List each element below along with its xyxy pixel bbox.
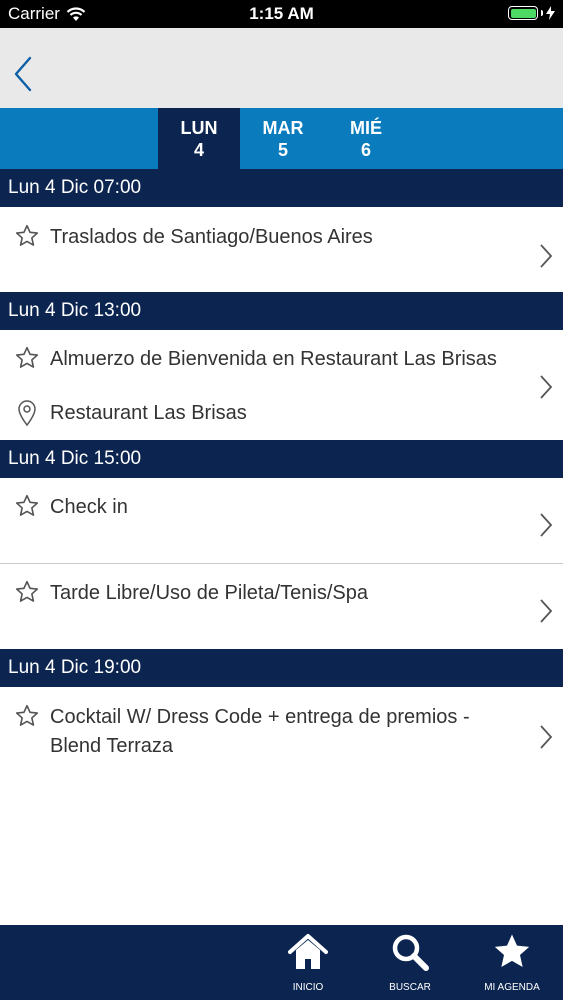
day-tab-mar[interactable]: MAR 5 xyxy=(242,108,324,169)
section-header: Lun 4 Dic 07:00 xyxy=(0,169,563,207)
event-title-continued: Blend Terraza xyxy=(50,735,174,757)
chevron-right-icon xyxy=(540,513,553,537)
star-outline-icon[interactable] xyxy=(14,579,40,605)
status-bar: Carrier 1:15 AM xyxy=(0,0,563,28)
day-tab-date: 5 xyxy=(277,140,288,160)
event-title: Almuerzo de Bienvenida en Restaurant Las… xyxy=(50,348,497,370)
chevron-right-icon xyxy=(540,725,553,749)
chevron-right-icon xyxy=(540,244,553,268)
tab-label: INICIO xyxy=(292,982,324,993)
event-location: Restaurant Las Brisas xyxy=(50,402,247,424)
navigation-bar xyxy=(0,28,563,108)
star-outline-icon[interactable] xyxy=(14,493,40,519)
star-outline-icon[interactable] xyxy=(14,223,40,249)
tab-buscar[interactable]: BUSCAR xyxy=(370,925,450,1000)
event-title: Traslados de Santiago/Buenos Aires xyxy=(50,226,373,248)
day-tabs: LUN 4 MAR 5 MIÉ 6 xyxy=(0,108,563,169)
event-row[interactable]: Cocktail W/ Dress Code + entrega de prem… xyxy=(0,687,563,787)
tab-mi-agenda[interactable]: MI AGENDA xyxy=(472,925,552,1000)
star-outline-icon[interactable] xyxy=(14,345,40,371)
day-tab-name: LUN xyxy=(180,118,218,138)
event-row[interactable]: Check in xyxy=(0,478,563,564)
tab-inicio[interactable]: INICIO xyxy=(268,925,348,1000)
day-tab-name: MAR xyxy=(262,118,304,138)
day-tab-name: MIÉ xyxy=(349,118,382,138)
section-header: Lun 4 Dic 19:00 xyxy=(0,649,563,687)
day-tab-date: 4 xyxy=(193,140,204,160)
star-icon xyxy=(494,934,530,967)
section-header: Lun 4 Dic 15:00 xyxy=(0,440,563,478)
chevron-right-icon xyxy=(540,375,553,399)
chevron-right-icon xyxy=(540,599,553,623)
back-button[interactable] xyxy=(10,52,44,96)
home-icon xyxy=(288,934,328,969)
event-title: Cocktail W/ Dress Code + entrega de prem… xyxy=(50,706,470,728)
section-header: Lun 4 Dic 13:00 xyxy=(0,292,563,330)
schedule-list: Lun 4 Dic 07:00 Traslados de Santiago/Bu… xyxy=(0,169,563,787)
event-title: Tarde Libre/Uso de Pileta/Tenis/Spa xyxy=(50,582,368,604)
event-title: Check in xyxy=(50,496,128,518)
day-tab-mie[interactable]: MIÉ 6 xyxy=(325,108,407,169)
day-tab-date: 6 xyxy=(360,140,371,160)
event-row[interactable]: Traslados de Santiago/Buenos Aires xyxy=(0,207,563,292)
bottom-tab-bar: INICIO BUSCAR MI AGENDA xyxy=(0,925,563,1000)
location-pin-icon xyxy=(18,400,36,427)
chevron-left-icon xyxy=(14,56,32,92)
search-icon xyxy=(392,934,429,971)
battery-icon xyxy=(508,6,555,20)
charging-bolt-icon xyxy=(546,6,555,20)
tab-label: MI AGENDA xyxy=(484,982,540,993)
star-outline-icon[interactable] xyxy=(14,703,40,729)
event-row[interactable]: Tarde Libre/Uso de Pileta/Tenis/Spa xyxy=(0,564,563,649)
event-row[interactable]: Almuerzo de Bienvenida en Restaurant Las… xyxy=(0,330,563,440)
tab-label: BUSCAR xyxy=(389,982,431,993)
day-tab-lun[interactable]: LUN 4 xyxy=(158,108,240,169)
status-time: 1:15 AM xyxy=(249,4,314,23)
